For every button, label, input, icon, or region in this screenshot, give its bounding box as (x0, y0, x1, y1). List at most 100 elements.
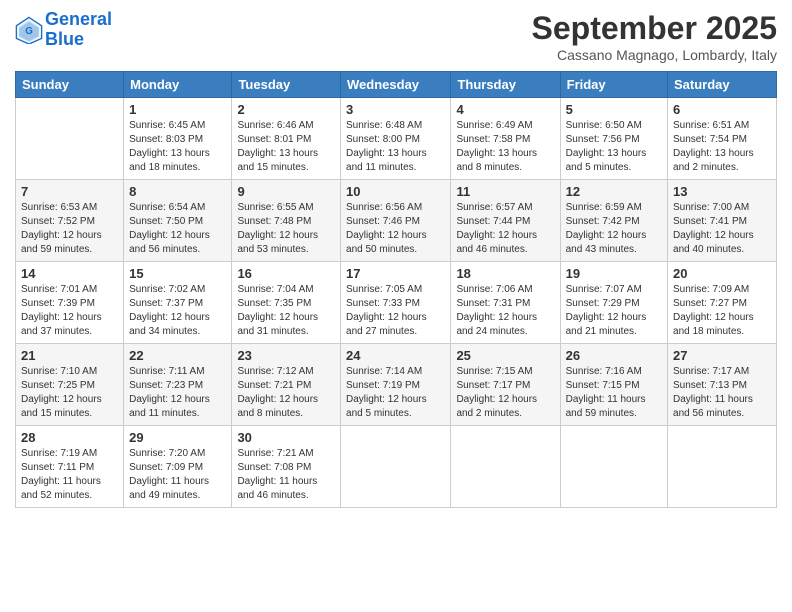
day-number: 16 (237, 266, 335, 281)
svg-text:G: G (25, 26, 33, 37)
day-info: Sunrise: 7:10 AM Sunset: 7:25 PM Dayligh… (21, 365, 118, 421)
day-number: 21 (21, 348, 118, 363)
day-info: Sunrise: 6:59 AM Sunset: 7:42 PM Dayligh… (566, 201, 662, 257)
calendar-cell (451, 426, 560, 508)
day-number: 3 (346, 102, 445, 117)
calendar-cell: 20Sunrise: 7:09 AM Sunset: 7:27 PM Dayli… (668, 262, 777, 344)
day-info: Sunrise: 6:48 AM Sunset: 8:00 PM Dayligh… (346, 119, 445, 175)
day-number: 25 (456, 348, 554, 363)
day-number: 18 (456, 266, 554, 281)
day-number: 17 (346, 266, 445, 281)
calendar-cell: 11 Sunrise: 6:57 AM Sunset: 7:44 PM Dayli… (451, 180, 560, 262)
calendar-cell: 18 Sunrise: 7:06 AM Sunset: 7:31 PM Dayli… (451, 262, 560, 344)
calendar-week-1: 1Sunrise: 6:45 AM Sunset: 8:03 PM Daylig… (16, 98, 777, 180)
calendar-week-2: 7Sunrise: 6:53 AM Sunset: 7:52 PM Daylig… (16, 180, 777, 262)
day-info: Sunrise: 7:15 AM Sunset: 7:17 PM Dayligh… (456, 365, 554, 421)
day-number: 29 (129, 430, 226, 445)
calendar-cell: 30 Sunrise: 7:21 AM Sunset: 7:08 PM Dayli… (232, 426, 341, 508)
calendar-header-tuesday: Tuesday (232, 72, 341, 98)
day-info: Sunrise: 7:05 AM Sunset: 7:33 PM Dayligh… (346, 283, 445, 339)
calendar-cell (16, 98, 124, 180)
calendar-cell: 6 Sunrise: 6:51 AM Sunset: 7:54 PM Daylig… (668, 98, 777, 180)
logo: G General Blue (15, 10, 112, 50)
day-info: Sunrise: 7:19 AM Sunset: 7:11 PM Dayligh… (21, 447, 118, 503)
day-info: Sunrise: 7:07 AM Sunset: 7:29 PM Dayligh… (566, 283, 662, 339)
day-info: Sunrise: 7:12 AM Sunset: 7:21 PM Dayligh… (237, 365, 335, 421)
day-info: Sunrise: 6:53 AM Sunset: 7:52 PM Dayligh… (21, 201, 118, 257)
day-number: 27 (673, 348, 771, 363)
calendar-cell: 10 Sunrise: 6:56 AM Sunset: 7:46 PM Dayli… (341, 180, 451, 262)
calendar-cell: 21 Sunrise: 7:10 AM Sunset: 7:25 PM Dayli… (16, 344, 124, 426)
calendar-cell: 14 Sunrise: 7:01 AM Sunset: 7:39 PM Dayli… (16, 262, 124, 344)
calendar-cell: 27 Sunrise: 7:17 AM Sunset: 7:13 PM Dayli… (668, 344, 777, 426)
calendar-cell: 28 Sunrise: 7:19 AM Sunset: 7:11 PM Dayli… (16, 426, 124, 508)
day-number: 28 (21, 430, 118, 445)
day-number: 19 (566, 266, 662, 281)
day-number: 4 (456, 102, 554, 117)
calendar-week-5: 28 Sunrise: 7:19 AM Sunset: 7:11 PM Dayli… (16, 426, 777, 508)
day-number: 20 (673, 266, 771, 281)
day-info: Sunrise: 7:02 AM Sunset: 7:37 PM Dayligh… (129, 283, 226, 339)
logo-line2: Blue (45, 30, 112, 50)
day-info: Sunrise: 6:50 AM Sunset: 7:56 PM Dayligh… (566, 119, 662, 175)
day-number: 8 (129, 184, 226, 199)
day-info: Sunrise: 7:20 AM Sunset: 7:09 PM Dayligh… (129, 447, 226, 503)
day-info: Sunrise: 6:46 AM Sunset: 8:01 PM Dayligh… (237, 119, 335, 175)
calendar-week-3: 14 Sunrise: 7:01 AM Sunset: 7:39 PM Dayli… (16, 262, 777, 344)
logo-line1: General (45, 9, 112, 29)
day-info: Sunrise: 7:04 AM Sunset: 7:35 PM Dayligh… (237, 283, 335, 339)
day-info: Sunrise: 6:51 AM Sunset: 7:54 PM Dayligh… (673, 119, 771, 175)
calendar-cell: 4Sunrise: 6:49 AM Sunset: 7:58 PM Daylig… (451, 98, 560, 180)
calendar-cell: 7Sunrise: 6:53 AM Sunset: 7:52 PM Daylig… (16, 180, 124, 262)
day-info: Sunrise: 6:45 AM Sunset: 8:03 PM Dayligh… (129, 119, 226, 175)
day-info: Sunrise: 6:56 AM Sunset: 7:46 PM Dayligh… (346, 201, 445, 257)
calendar-cell: 19 Sunrise: 7:07 AM Sunset: 7:29 PM Dayli… (560, 262, 667, 344)
day-info: Sunrise: 7:17 AM Sunset: 7:13 PM Dayligh… (673, 365, 771, 421)
calendar-header-sunday: Sunday (16, 72, 124, 98)
logo-text: General Blue (45, 10, 112, 50)
calendar-header-monday: Monday (124, 72, 232, 98)
day-info: Sunrise: 7:21 AM Sunset: 7:08 PM Dayligh… (237, 447, 335, 503)
day-number: 30 (237, 430, 335, 445)
calendar-cell: 29 Sunrise: 7:20 AM Sunset: 7:09 PM Dayli… (124, 426, 232, 508)
day-info: Sunrise: 7:01 AM Sunset: 7:39 PM Dayligh… (21, 283, 118, 339)
calendar-cell: 9 Sunrise: 6:55 AM Sunset: 7:48 PM Daylig… (232, 180, 341, 262)
logo-icon: G (15, 16, 43, 44)
day-number: 10 (346, 184, 445, 199)
calendar-cell: 12Sunrise: 6:59 AM Sunset: 7:42 PM Dayli… (560, 180, 667, 262)
calendar-header-thursday: Thursday (451, 72, 560, 98)
calendar-cell: 24Sunrise: 7:14 AM Sunset: 7:19 PM Dayli… (341, 344, 451, 426)
calendar-cell: 16 Sunrise: 7:04 AM Sunset: 7:35 PM Dayli… (232, 262, 341, 344)
calendar-cell: 22Sunrise: 7:11 AM Sunset: 7:23 PM Dayli… (124, 344, 232, 426)
calendar-cell: 5 Sunrise: 6:50 AM Sunset: 7:56 PM Daylig… (560, 98, 667, 180)
day-number: 6 (673, 102, 771, 117)
day-info: Sunrise: 6:57 AM Sunset: 7:44 PM Dayligh… (456, 201, 554, 257)
calendar-cell: 13 Sunrise: 7:00 AM Sunset: 7:41 PM Dayli… (668, 180, 777, 262)
header: G General Blue September 2025 Cassano Ma… (15, 10, 777, 63)
calendar-cell: 3 Sunrise: 6:48 AM Sunset: 8:00 PM Daylig… (341, 98, 451, 180)
calendar-cell (560, 426, 667, 508)
day-number: 9 (237, 184, 335, 199)
day-number: 23 (237, 348, 335, 363)
calendar-cell: 23 Sunrise: 7:12 AM Sunset: 7:21 PM Dayli… (232, 344, 341, 426)
day-number: 11 (456, 184, 554, 199)
calendar-cell: 15 Sunrise: 7:02 AM Sunset: 7:37 PM Dayli… (124, 262, 232, 344)
calendar-cell: 26Sunrise: 7:16 AM Sunset: 7:15 PM Dayli… (560, 344, 667, 426)
calendar-cell: 2Sunrise: 6:46 AM Sunset: 8:01 PM Daylig… (232, 98, 341, 180)
day-info: Sunrise: 7:16 AM Sunset: 7:15 PM Dayligh… (566, 365, 662, 421)
day-info: Sunrise: 7:06 AM Sunset: 7:31 PM Dayligh… (456, 283, 554, 339)
day-number: 5 (566, 102, 662, 117)
day-info: Sunrise: 7:14 AM Sunset: 7:19 PM Dayligh… (346, 365, 445, 421)
day-number: 14 (21, 266, 118, 281)
day-info: Sunrise: 6:54 AM Sunset: 7:50 PM Dayligh… (129, 201, 226, 257)
month-title: September 2025 (532, 10, 777, 47)
title-block: September 2025 Cassano Magnago, Lombardy… (532, 10, 777, 63)
day-info: Sunrise: 7:11 AM Sunset: 7:23 PM Dayligh… (129, 365, 226, 421)
day-info: Sunrise: 6:55 AM Sunset: 7:48 PM Dayligh… (237, 201, 335, 257)
calendar-cell (341, 426, 451, 508)
day-info: Sunrise: 7:00 AM Sunset: 7:41 PM Dayligh… (673, 201, 771, 257)
day-number: 15 (129, 266, 226, 281)
day-number: 13 (673, 184, 771, 199)
calendar-header-wednesday: Wednesday (341, 72, 451, 98)
calendar-cell: 8 Sunrise: 6:54 AM Sunset: 7:50 PM Daylig… (124, 180, 232, 262)
